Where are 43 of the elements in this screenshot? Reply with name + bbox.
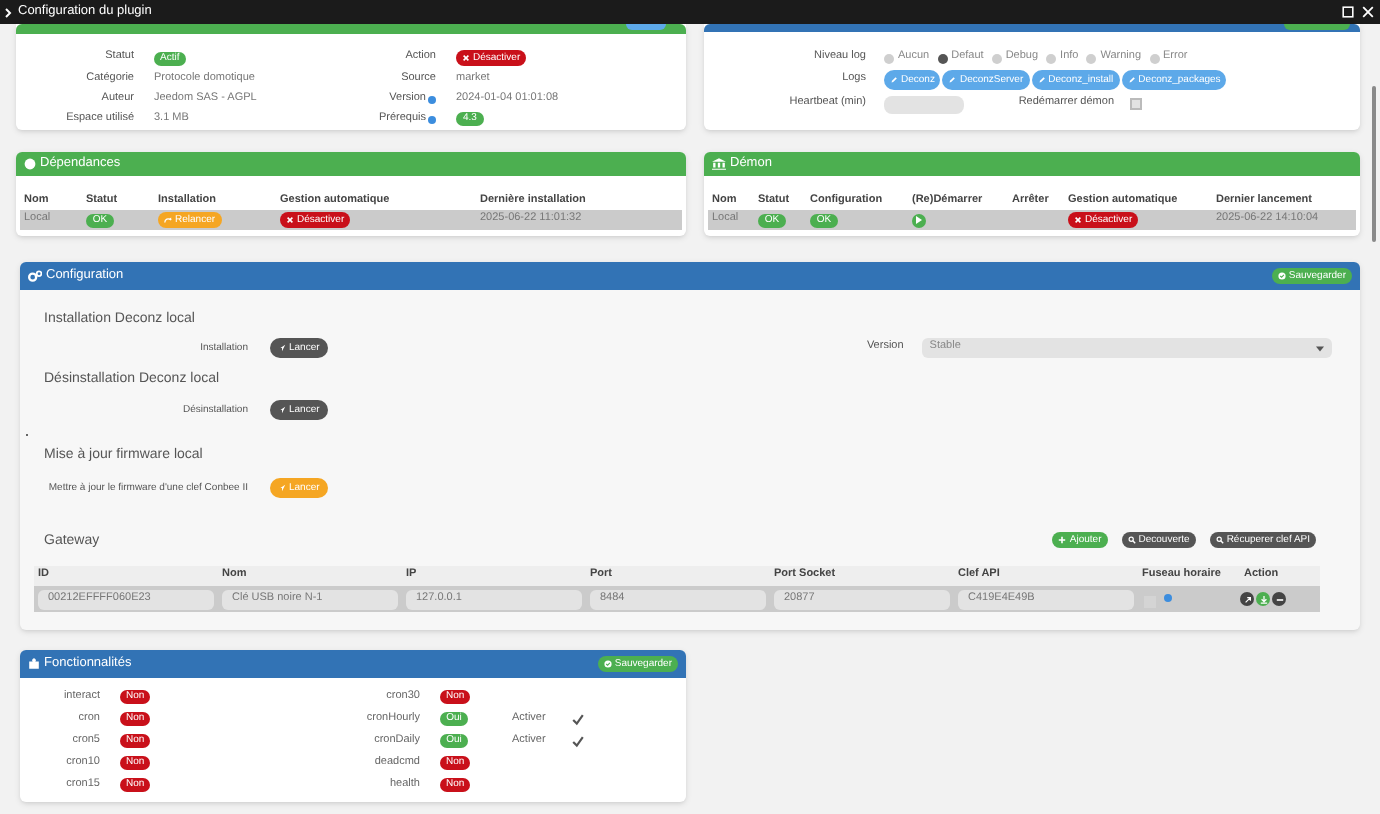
plus-icon — [1058, 536, 1067, 544]
bank-icon — [712, 158, 726, 170]
search-icon — [1215, 536, 1224, 544]
checkbox[interactable] — [1130, 98, 1142, 110]
circle-icon — [24, 158, 36, 170]
refresh-icon — [164, 216, 172, 224]
maximize-icon — [1342, 6, 1354, 18]
radio-button[interactable] — [1046, 53, 1057, 63]
pencil-icon — [1037, 76, 1046, 84]
search-icon — [1127, 536, 1136, 544]
close-icon — [1074, 216, 1082, 224]
puzzle-icon — [28, 658, 40, 670]
input-field[interactable] — [884, 95, 964, 113]
share-icon — [1243, 595, 1251, 603]
pencil-icon — [890, 76, 898, 84]
play-icon — [916, 216, 922, 224]
minus-icon — [1275, 595, 1283, 603]
check-icon — [603, 660, 612, 668]
rocket-icon — [278, 406, 286, 414]
download-icon — [1259, 595, 1267, 603]
chevron-icon — [4, 7, 12, 17]
play-button[interactable] — [912, 213, 926, 227]
radio-button[interactable] — [884, 53, 894, 63]
caret-icon — [1315, 345, 1324, 351]
rocket-icon — [278, 484, 286, 492]
pencil-icon — [948, 76, 957, 84]
checkmark-icon[interactable] — [571, 735, 584, 747]
pencil-icon — [1127, 76, 1136, 84]
radio-button[interactable] — [1149, 53, 1160, 63]
radio-button[interactable] — [1086, 53, 1097, 63]
close-icon — [1362, 6, 1374, 18]
remove-button[interactable] — [1272, 592, 1286, 606]
radio-button[interactable] — [991, 53, 1002, 63]
close-icon — [462, 54, 470, 63]
share-button[interactable] — [1240, 592, 1254, 606]
close-icon — [286, 216, 294, 224]
gears-icon — [28, 270, 42, 282]
check-icon — [1277, 272, 1286, 280]
scrollbar-thumb[interactable] — [1372, 86, 1376, 242]
radio-button[interactable] — [937, 53, 948, 63]
checkmark-icon[interactable] — [571, 713, 584, 725]
rocket-icon — [278, 344, 286, 352]
help-icon — [1164, 593, 1172, 601]
